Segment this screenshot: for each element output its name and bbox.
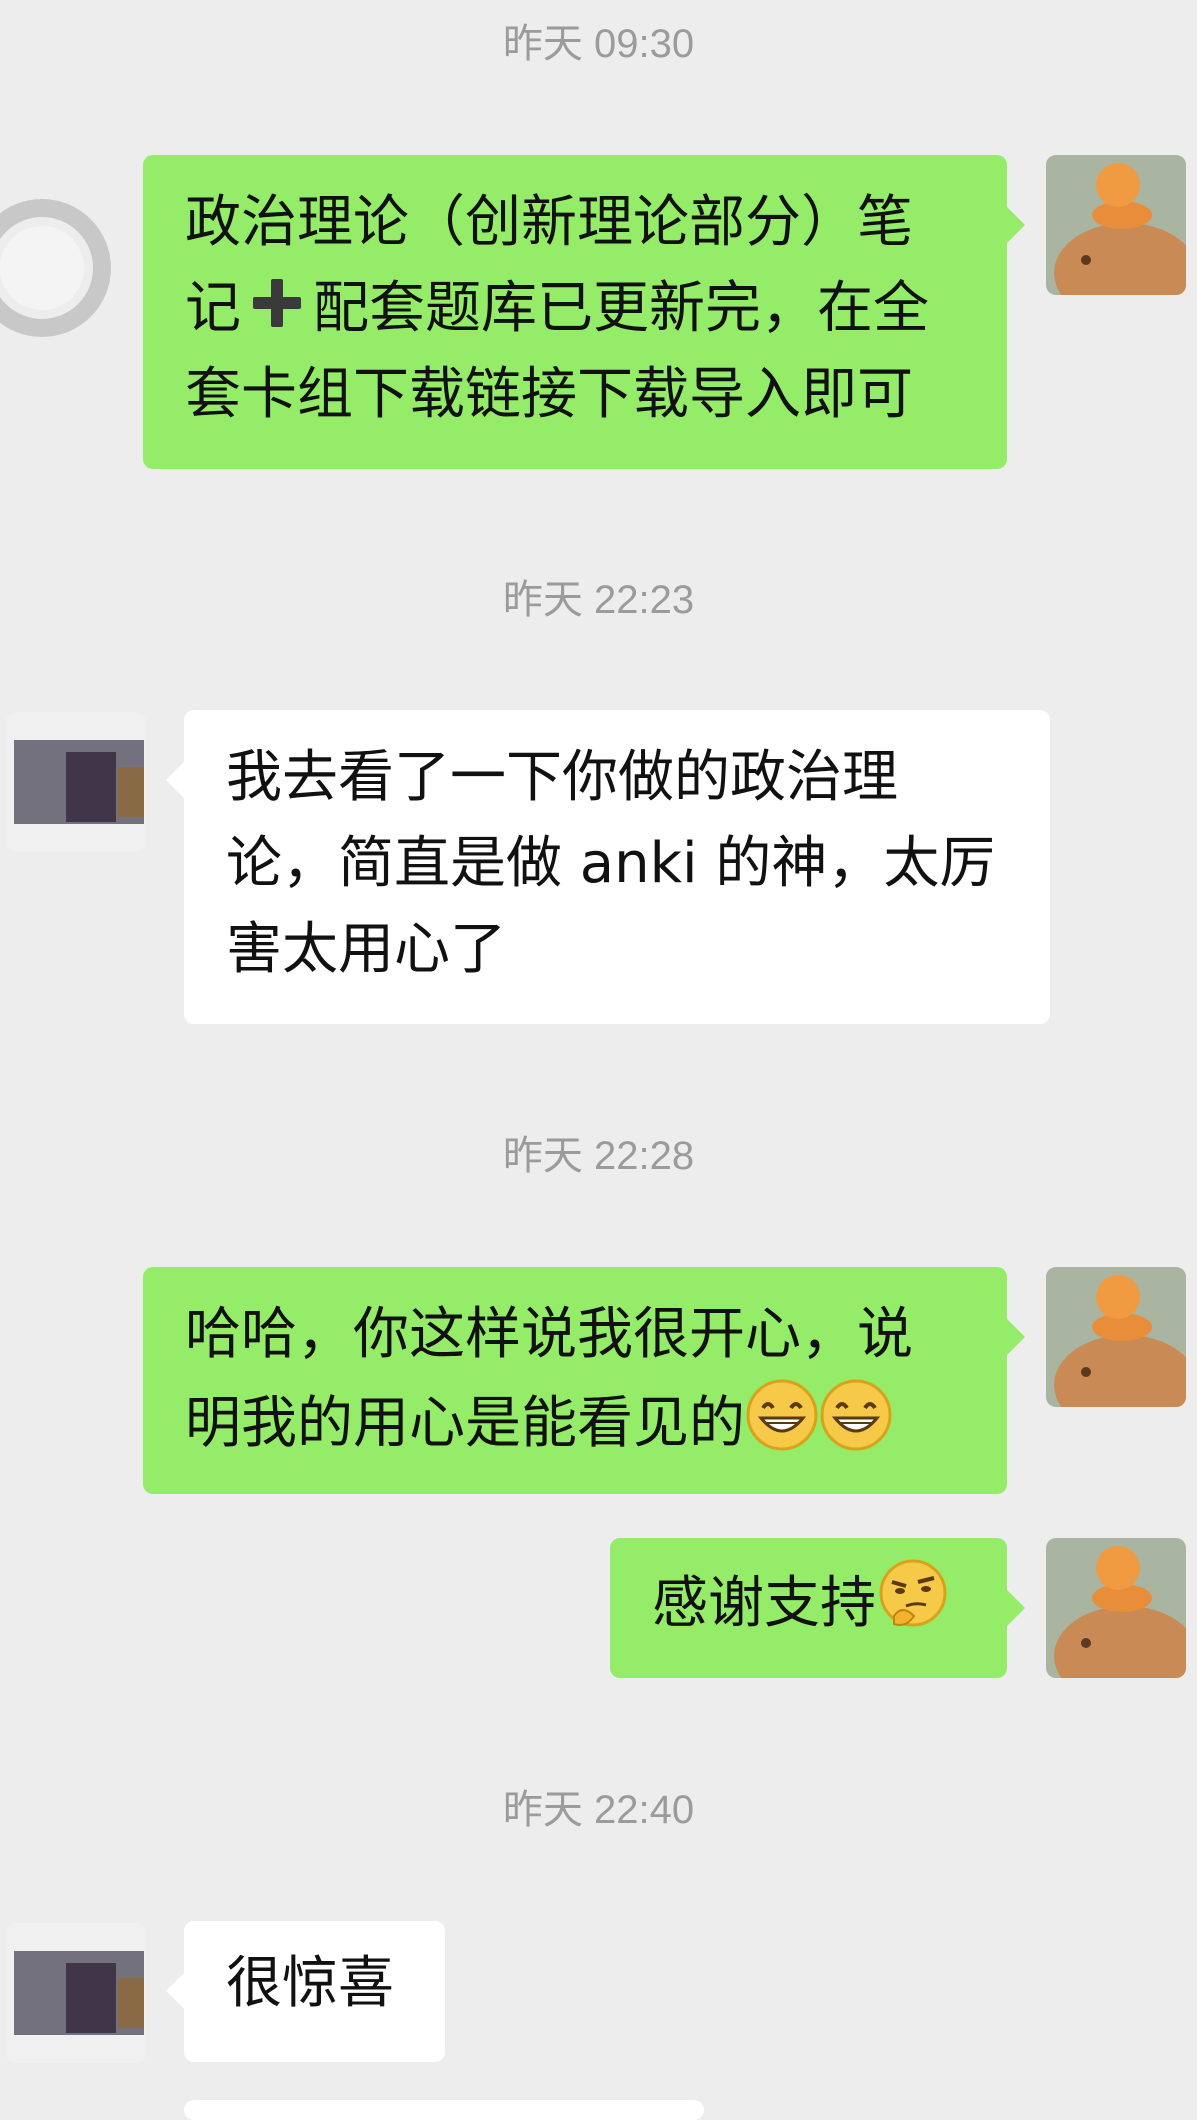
message-bubble-outgoing[interactable]: 感谢支持: [610, 1538, 1025, 1678]
message-text: 感谢支持: [652, 1571, 876, 1636]
floating-ring-icon[interactable]: [0, 183, 130, 353]
avatar-self[interactable]: [1046, 155, 1186, 295]
timestamp: 昨天 22:23: [502, 578, 695, 622]
message-bubble-outgoing[interactable]: 政治理论（创新理论部分）笔记 配套题库已更新完，在全套卡组下载链接下载导入即可: [143, 155, 1025, 469]
timestamp: 昨天 22:28: [502, 1134, 695, 1178]
message-text: 很惊喜: [226, 1951, 394, 2016]
message-bubble-partial[interactable]: [184, 2100, 704, 2120]
timestamp: 昨天 22:40: [502, 1788, 695, 1832]
message-bubble-outgoing[interactable]: 哈哈，你这样说我很开心，说明我的用心是能看见的: [143, 1267, 1025, 1494]
plus-icon: [253, 279, 301, 327]
message-text: 我去看了一下你做的政治理论，简直是做 anki 的神，太厉害太用心了: [226, 745, 996, 982]
grin-emoji-icon: [746, 1379, 818, 1451]
avatar-contact[interactable]: [6, 1923, 146, 2063]
thinking-emoji-icon: [879, 1559, 947, 1627]
avatar-self[interactable]: [1046, 1538, 1186, 1678]
avatar-self[interactable]: [1046, 1267, 1186, 1407]
timestamp: 昨天 09:30: [502, 22, 695, 66]
message-bubble-incoming[interactable]: 很惊喜: [166, 1921, 445, 2062]
grin-emoji-icon: [820, 1379, 892, 1451]
message-bubble-incoming[interactable]: 我去看了一下你做的政治理论，简直是做 anki 的神，太厉害太用心了: [166, 710, 1050, 1024]
avatar-contact[interactable]: [6, 712, 146, 852]
